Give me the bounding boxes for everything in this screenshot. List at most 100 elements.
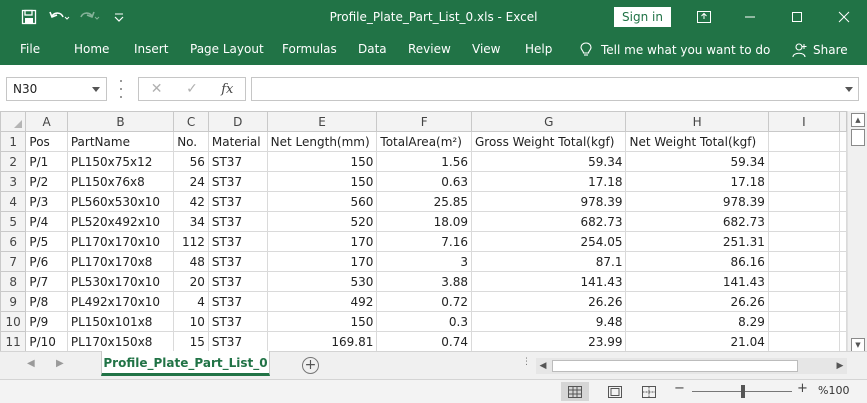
column-header[interactable]: G	[470, 111, 627, 132]
column-header[interactable]: B	[66, 111, 175, 132]
cell[interactable]	[767, 251, 841, 272]
cell[interactable]: 3.88	[376, 271, 472, 292]
row-header[interactable]: 8	[0, 271, 27, 292]
header-cell[interactable]: TotalArea(m²)	[376, 131, 472, 152]
zoom-slider-thumb[interactable]	[741, 385, 745, 398]
cell[interactable]: ST37	[207, 331, 268, 351]
cell[interactable]: PL530x170x10	[66, 271, 175, 292]
cell[interactable]: PL170x170x8	[66, 251, 175, 272]
cell[interactable]: 59.34	[625, 151, 769, 172]
cell[interactable]: 560	[266, 191, 378, 212]
cell[interactable]	[767, 291, 841, 312]
cell[interactable]: 0.72	[376, 291, 472, 312]
sign-in-button[interactable]: Sign in	[614, 7, 671, 27]
cell[interactable]: 9.48	[470, 311, 627, 332]
cell[interactable]: 10	[173, 311, 209, 332]
expand-formula-bar-icon[interactable]	[845, 87, 853, 92]
tab-home[interactable]: Home	[74, 34, 109, 65]
vertical-scroll-thumb[interactable]	[851, 129, 865, 146]
cell[interactable]: P/1	[25, 151, 68, 172]
chevron-down-icon[interactable]	[92, 87, 100, 92]
name-box[interactable]: N30	[6, 77, 107, 101]
close-icon[interactable]	[821, 0, 867, 34]
cell[interactable]: 978.39	[470, 191, 627, 212]
resize-handle-icon[interactable]	[120, 80, 123, 98]
tab-review[interactable]: Review	[408, 34, 451, 65]
cell[interactable]: 0.3	[376, 311, 472, 332]
cell[interactable]: 4	[173, 291, 209, 312]
header-cell[interactable]: Material	[207, 131, 268, 152]
cell[interactable]: P/4	[25, 211, 68, 232]
tab-formulas[interactable]: Formulas	[282, 34, 337, 65]
header-cell[interactable]: Net Weight Total(kgf)	[625, 131, 769, 152]
cell[interactable]: P/9	[25, 311, 68, 332]
cancel-icon[interactable]: ✕	[139, 78, 174, 100]
maximize-icon[interactable]	[774, 0, 820, 34]
horizontal-scroll-thumb[interactable]	[552, 360, 798, 372]
cell[interactable]	[767, 211, 841, 232]
cell[interactable]	[839, 271, 847, 292]
cell[interactable]: ST37	[207, 231, 268, 252]
cell[interactable]: P/7	[25, 271, 68, 292]
cell[interactable]: 1.56	[376, 151, 472, 172]
scroll-tabs-left-icon[interactable]: ◀	[27, 358, 35, 369]
cell[interactable]: 141.43	[625, 271, 769, 292]
cell[interactable]: 492	[266, 291, 378, 312]
cell[interactable]: 24	[173, 171, 209, 192]
cell[interactable]: 0.74	[376, 331, 472, 351]
tell-me-search[interactable]: Tell me what you want to do	[580, 34, 770, 65]
cell[interactable]: P/3	[25, 191, 68, 212]
cell[interactable]: 15	[173, 331, 209, 351]
cell[interactable]: 682.73	[625, 211, 769, 232]
cell[interactable]: 530	[266, 271, 378, 292]
cell[interactable]: ST37	[207, 191, 268, 212]
row-header[interactable]: 9	[0, 291, 27, 312]
cell[interactable]: PL560x530x10	[66, 191, 175, 212]
cell[interactable]: 23.99	[470, 331, 627, 351]
column-header[interactable]: D	[207, 111, 268, 132]
row-header[interactable]: 4	[0, 191, 27, 212]
cell[interactable]: 34	[173, 211, 209, 232]
new-sheet-icon[interactable]: +	[302, 357, 319, 374]
cell[interactable]: 254.05	[470, 231, 627, 252]
column-header[interactable]: E	[266, 111, 378, 132]
row-header[interactable]: 11	[0, 331, 27, 351]
cell[interactable]: 17.18	[625, 171, 769, 192]
cell[interactable]: 150	[266, 311, 378, 332]
cell[interactable]: PL170x170x10	[66, 231, 175, 252]
cell[interactable]	[767, 171, 841, 192]
cell[interactable]	[839, 231, 847, 252]
cell[interactable]: P/5	[25, 231, 68, 252]
sheet-tab-active[interactable]: Profile_Plate_Part_List_0	[101, 351, 270, 376]
header-cell[interactable]	[767, 131, 841, 152]
select-all-corner[interactable]	[0, 111, 27, 132]
share-button[interactable]: Share	[792, 34, 848, 65]
cell[interactable]: 87.1	[470, 251, 627, 272]
cell[interactable]: 682.73	[470, 211, 627, 232]
cell[interactable]	[839, 211, 847, 232]
enter-check-icon[interactable]: ✓	[174, 78, 209, 100]
cell[interactable]: PL150x75x12	[66, 151, 175, 172]
column-header[interactable]: F	[376, 111, 472, 132]
row-header[interactable]: 5	[0, 211, 27, 232]
formula-input[interactable]	[251, 77, 859, 101]
cell[interactable]: P/2	[25, 171, 68, 192]
column-header[interactable]: H	[625, 111, 769, 132]
spreadsheet-grid[interactable]: ABCDEFGHI 1 Pos PartName No. Material Net Len…	[0, 111, 847, 351]
cell[interactable]: 520	[266, 211, 378, 232]
column-header[interactable]: A	[25, 111, 68, 132]
page-layout-view-icon[interactable]	[601, 382, 629, 401]
header-cell[interactable]: Pos	[25, 131, 68, 152]
cell[interactable]	[767, 311, 841, 332]
cell[interactable]: 251.31	[625, 231, 769, 252]
scroll-down-icon[interactable]: ▼	[851, 338, 865, 352]
cell[interactable]: ST37	[207, 271, 268, 292]
tab-split-handle-icon[interactable]: ⋮	[522, 358, 531, 367]
tab-view[interactable]: View	[472, 34, 500, 65]
scroll-up-icon[interactable]: ▲	[851, 113, 865, 127]
cell[interactable]	[767, 151, 841, 172]
undo-icon[interactable]	[44, 0, 74, 34]
cell[interactable]: PL520x492x10	[66, 211, 175, 232]
cell[interactable]: PL170x150x8	[66, 331, 175, 351]
cell[interactable]: 141.43	[470, 271, 627, 292]
